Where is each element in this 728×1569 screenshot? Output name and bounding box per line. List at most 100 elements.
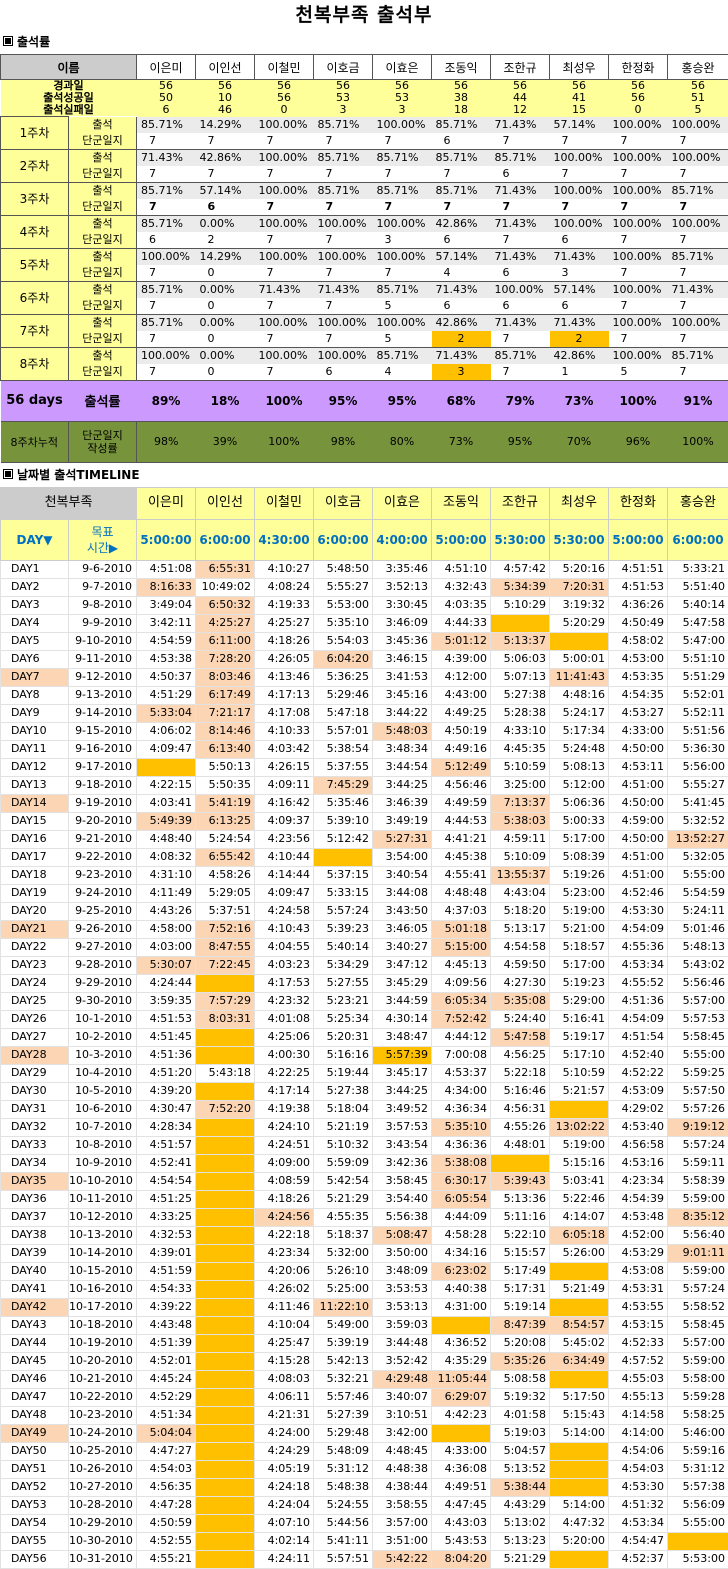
wake-time: 4:09:11	[255, 776, 314, 794]
log-count: 7	[314, 133, 373, 150]
wake-time: 5:57:39	[373, 1046, 432, 1064]
wake-time: 5:11:16	[491, 1208, 550, 1226]
square-bullet-icon	[3, 36, 13, 46]
timeline-row: DAY249-29-20104:24:444:17:535:27:553:45:…	[1, 974, 728, 992]
log-count: 6	[550, 298, 609, 315]
wake-time: 5:39:19	[314, 1334, 373, 1352]
wake-time: 5:22:18	[491, 1064, 550, 1082]
wake-time: 5:32:21	[314, 1370, 373, 1388]
wake-time: 5:35:10	[432, 1118, 491, 1136]
wake-time: 5:59:00	[668, 1262, 728, 1280]
log-count: 7	[491, 364, 550, 381]
rate-label: 출석률	[69, 380, 137, 421]
wake-time: 4:53:08	[609, 1262, 668, 1280]
wake-time: 13:02:22	[550, 1118, 609, 1136]
wake-time: 5:42:54	[314, 1172, 373, 1190]
day-label: DAY30	[1, 1082, 69, 1100]
attendance-rate: 71.43%	[491, 117, 550, 133]
log-count: 7	[668, 199, 728, 216]
wake-time: 4:59:50	[491, 956, 550, 974]
wake-time: 3:46:09	[373, 614, 432, 632]
timeline-row: DAY4510-20-20104:52:014:15:285:42:133:52…	[1, 1352, 728, 1370]
wake-time: 4:19:38	[255, 1100, 314, 1118]
wake-time: 4:42:23	[432, 1406, 491, 1424]
wake-time: 4:45:38	[432, 848, 491, 866]
stat-value: 56	[196, 80, 255, 93]
wake-time: 5:39:23	[314, 920, 373, 938]
attendance-rate: 0.00%	[196, 347, 255, 364]
day-label: DAY12	[1, 758, 69, 776]
attendance-rate: 57.14%	[196, 182, 255, 199]
wake-time: 4:55:52	[609, 974, 668, 992]
wake-time: 5:15:43	[550, 1406, 609, 1424]
date-cell: 10-27-2010	[69, 1478, 137, 1496]
date-cell: 9-19-2010	[69, 794, 137, 812]
wake-time: 5:32:00	[314, 1244, 373, 1262]
date-cell: 10-31-2010	[69, 1550, 137, 1568]
wake-time: 4:32:53	[137, 1226, 196, 1244]
wake-time: 4:59:00	[609, 812, 668, 830]
wake-time: 4:58:26	[196, 866, 255, 884]
wake-time: 5:57:01	[314, 722, 373, 740]
timeline-row: DAY5010-25-20104:47:274:24:295:48:094:48…	[1, 1442, 728, 1460]
wake-time: 5:19:26	[550, 866, 609, 884]
day-label: DAY22	[1, 938, 69, 956]
wake-time: 4:37:03	[432, 902, 491, 920]
wake-time: 5:29:46	[314, 686, 373, 704]
wake-time: 4:49:59	[432, 794, 491, 812]
wake-time: 3:43:50	[373, 902, 432, 920]
wake-time: 4:10:27	[255, 560, 314, 578]
goal-header-line1: 목표	[69, 524, 136, 540]
day-label: DAY16	[1, 830, 69, 848]
wake-time: 6:55:42	[196, 848, 255, 866]
wake-time: 5:19:14	[491, 1298, 550, 1316]
wake-time: 5:57:24	[668, 1280, 728, 1298]
log-count: 7	[196, 133, 255, 150]
stat-row: 경과일56565656565656565656	[1, 80, 728, 93]
wake-time: 5:58:25	[668, 1406, 728, 1424]
wake-time: 6:50:32	[196, 596, 255, 614]
day-label: DAY46	[1, 1370, 69, 1388]
day-sort-header[interactable]: DAY▼	[1, 519, 69, 560]
days-label: 56 days	[1, 380, 69, 421]
log-count: 6	[491, 298, 550, 315]
wake-time	[196, 1550, 255, 1568]
goal-time: 5:00:00	[432, 519, 491, 560]
day-label: DAY4	[1, 614, 69, 632]
attendance-rate: 85.71%	[314, 182, 373, 199]
wake-time: 4:58:28	[432, 1226, 491, 1244]
wake-time: 4:21:31	[255, 1406, 314, 1424]
wake-time: 4:39:00	[432, 650, 491, 668]
log-count: 7	[668, 232, 728, 249]
wake-time: 4:50:00	[609, 794, 668, 812]
date-cell: 9-22-2010	[69, 848, 137, 866]
member-name: 한정화	[609, 487, 668, 519]
attendance-rate: 100.00%	[609, 347, 668, 364]
total-rate: 100%	[609, 380, 668, 421]
log-count: 7	[668, 298, 728, 315]
attendance-rate: 100.00%	[668, 215, 728, 232]
wake-time: 5:59:00	[668, 1190, 728, 1208]
wake-time: 5:57:00	[668, 992, 728, 1010]
wake-time: 4:43:03	[432, 1514, 491, 1532]
date-cell: 10-24-2010	[69, 1424, 137, 1442]
date-cell: 9-28-2010	[69, 956, 137, 974]
timeline-row: DAY219-26-20104:58:007:52:164:10:435:39:…	[1, 920, 728, 938]
log-rate-label: 단군일지작성률	[69, 421, 137, 462]
log-count: 3	[373, 232, 432, 249]
stat-value: 12	[491, 104, 550, 117]
wake-time	[550, 632, 609, 650]
attendance-rate: 100.00%	[668, 149, 728, 166]
wake-time: 3:43:54	[373, 1136, 432, 1154]
day-label: DAY1	[1, 560, 69, 578]
wake-time	[550, 1100, 609, 1118]
log-count: 7	[491, 133, 550, 150]
attendance-rate: 100.00%	[609, 117, 668, 133]
wake-time: 3:59:03	[373, 1316, 432, 1334]
stat-value: 56	[609, 80, 668, 93]
wake-time: 4:14:07	[550, 1208, 609, 1226]
wake-time: 5:16:41	[550, 1010, 609, 1028]
wake-time: 4:55:13	[609, 1388, 668, 1406]
wake-time: 3:45:29	[373, 974, 432, 992]
week-label: 3주차	[1, 182, 69, 215]
